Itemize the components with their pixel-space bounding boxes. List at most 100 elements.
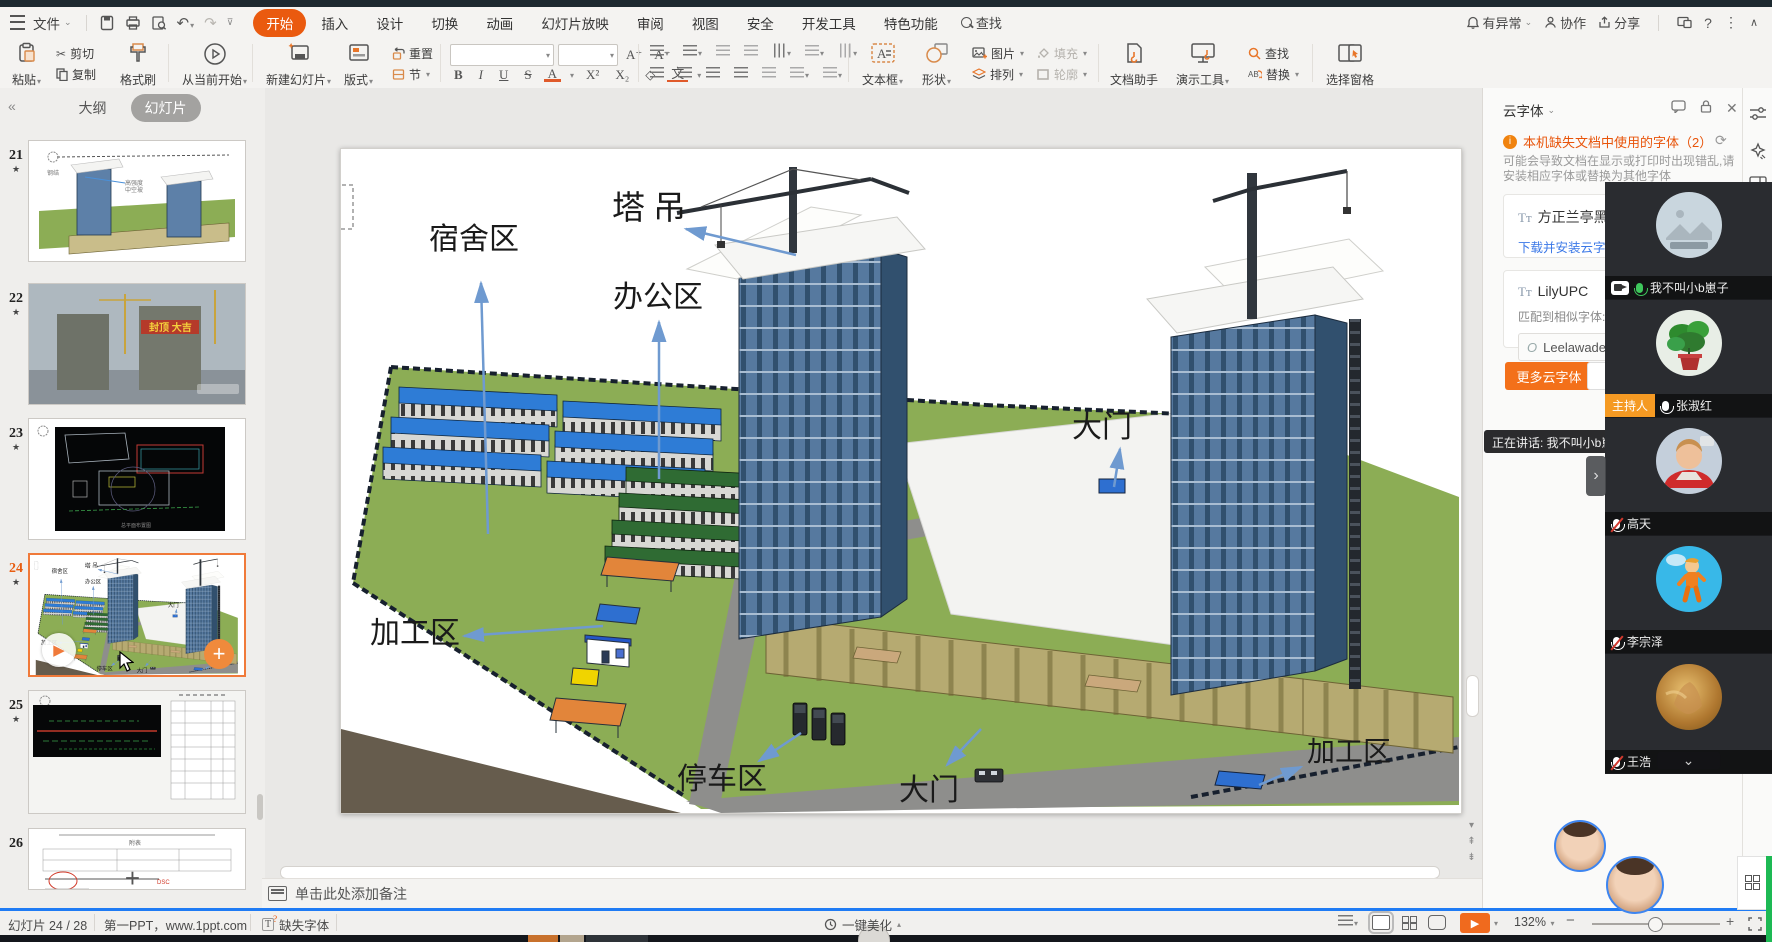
participant-tile[interactable]: 我不叫小b崽子 [1605,182,1772,300]
scroll-down-icon[interactable]: ▾ [1465,820,1478,831]
bold-button[interactable]: B [450,67,467,83]
reset-button[interactable]: 重置 [392,45,433,62]
align-center-button[interactable] [678,67,692,81]
refresh-icon[interactable]: ⟳ [1715,132,1727,149]
line-spacing-button[interactable]: ▾ [790,67,809,81]
tab-special-features[interactable]: 特色功能 [871,9,951,37]
copy-button[interactable]: 复制 [56,66,96,83]
close-icon[interactable]: ✕ [1726,100,1738,117]
paste-button[interactable]: 粘贴▾ [8,40,45,90]
tab-transitions[interactable]: 切换 [418,9,471,37]
slide-label-gate-bottom[interactable]: 大门 [899,773,959,808]
slide-label-processing-area-left[interactable]: 加工区 [370,616,460,651]
lock-icon[interactable] [1700,100,1712,113]
tab-animations[interactable]: 动画 [473,9,526,37]
selection-pane-button[interactable]: 选择窗格 [1322,40,1378,90]
new-slide-button[interactable]: 新建幻灯片▾ [262,40,335,90]
floating-avatar[interactable] [1606,856,1664,914]
tab-devtools[interactable]: 开发工具 [789,9,869,37]
increase-font-icon[interactable]: A⁺ [622,47,646,63]
subscript-button[interactable]: X₂ [611,67,633,83]
doc-assistant-button[interactable]: 文档助手 [1106,40,1162,90]
slide-23-thumbnail[interactable]: 总平面布置图 [28,418,246,540]
participant-tile[interactable]: 高天 [1605,418,1772,536]
find-button[interactable]: 查找 [961,13,1002,32]
new-slide-overlay-button[interactable]: + [204,639,234,669]
play-options-caret[interactable]: ▾ [1494,919,1498,928]
font-color-button[interactable]: A [544,68,561,82]
normal-view-button[interactable] [1372,915,1390,930]
undo-icon[interactable]: ↶▾ [177,14,195,32]
find-ribbon-button[interactable]: 查找 [1248,45,1289,62]
print-preview-icon[interactable] [151,15,167,31]
horizontal-scrollbar[interactable] [279,865,1441,878]
present-tools-button[interactable]: 演示工具▾ [1172,40,1233,90]
abnormal-status-button[interactable]: 有异常⌄ [1466,13,1533,32]
customize-qat-icon[interactable]: ⊽ [227,17,234,28]
spacing-button[interactable]: ▾ [823,67,842,81]
fit-slide-icon[interactable] [1748,917,1762,931]
font-size-select[interactable]: ▾ [558,44,618,66]
participant-tile[interactable]: 李宗泽 [1605,536,1772,654]
slide-24-thumbnail[interactable]: ▶ + [28,553,246,677]
notes-bar[interactable]: 单击此处添加备注 [262,878,1482,908]
expand-panel-handle[interactable]: › [1586,456,1606,496]
strikethrough-button[interactable]: S [520,67,535,83]
zoom-level[interactable]: 132% ▾ [1514,915,1554,929]
file-menu[interactable]: 文件 ⌄ [25,13,80,33]
zoom-in-button[interactable]: + [1726,913,1734,929]
slideshow-play-button[interactable]: ▶ [1460,913,1490,933]
outline-button[interactable]: 轮廓▾ [1036,66,1087,83]
participant-tile[interactable]: 王浩 ⌄ [1605,654,1772,774]
justify-button[interactable] [734,67,748,81]
cut-button[interactable]: ✂剪切 [56,45,94,62]
text-direction-button[interactable]: ▾ [772,45,791,59]
underline-button[interactable]: U [495,67,512,83]
format-painter-button[interactable]: 格式刷 [116,40,160,90]
slide-22-thumbnail[interactable]: 封顶 大吉 [28,283,246,405]
slide-label-processing-area-right[interactable]: 加工区 [1307,735,1391,768]
numbering-button[interactable]: ▾ [683,45,702,59]
tab-home[interactable]: 开始 [253,9,306,37]
section-button[interactable]: 节▾ [392,66,430,83]
slide-label-parking-area[interactable]: 停车区 [677,762,767,797]
textbox-button[interactable]: A 文本框▾ [858,40,907,90]
next-slide-icon[interactable]: ⇟ [1465,852,1478,863]
switch-window-icon[interactable] [1677,16,1692,29]
slide-label-gate-mid[interactable]: 大门 [1072,410,1132,445]
settings-sliders-icon[interactable] [1749,106,1767,122]
slide-sorter-view-button[interactable] [1402,915,1417,929]
docked-widget[interactable] [1737,856,1769,910]
increase-indent-button[interactable] [744,45,758,59]
tab-outline[interactable]: 大纲 [65,94,121,122]
tab-slides[interactable]: 幻灯片 [131,94,201,122]
columns-button[interactable]: ▾ [805,45,824,59]
arrange-button[interactable]: 排列▾ [972,66,1023,83]
reading-view-button[interactable] [1428,915,1446,930]
tab-review[interactable]: 审阅 [624,9,677,37]
hamburger-menu-icon[interactable] [10,15,25,30]
italic-button[interactable]: I [475,67,487,83]
share-button[interactable]: 分享 [1598,13,1640,32]
missing-fonts-status[interactable]: T 缺失字体 [262,915,329,934]
slide-label-office-area[interactable]: 办公区 [613,280,703,315]
tab-design[interactable]: 设计 [363,9,416,37]
more-options-icon[interactable]: ⋮ [1724,14,1738,31]
distribute-button[interactable] [762,67,776,81]
picture-button[interactable]: 图片▾ [972,45,1024,62]
collapse-participants-icon[interactable]: ⌄ [1657,752,1721,769]
replace-button[interactable]: AB 替换▾ [1248,66,1299,83]
bullets-button[interactable]: ▾ [650,45,669,59]
collaborate-button[interactable]: 协作 [1544,13,1586,32]
print-icon[interactable] [125,15,141,31]
tab-insert[interactable]: 插入 [308,9,361,37]
one-click-beautify-button[interactable]: 一键美化▴ [824,915,901,934]
tab-security[interactable]: 安全 [734,9,787,37]
align-left-button[interactable] [650,67,664,81]
zoom-out-button[interactable]: − [1566,912,1575,929]
vertical-scrollbar-thumb[interactable] [1466,675,1479,717]
collapse-panel-icon[interactable]: « [8,98,16,114]
more-cloud-fonts-button[interactable]: 更多云字体 [1505,362,1593,390]
help-icon[interactable]: ? [1704,15,1712,31]
tab-slideshow[interactable]: 幻灯片放映 [528,9,622,37]
